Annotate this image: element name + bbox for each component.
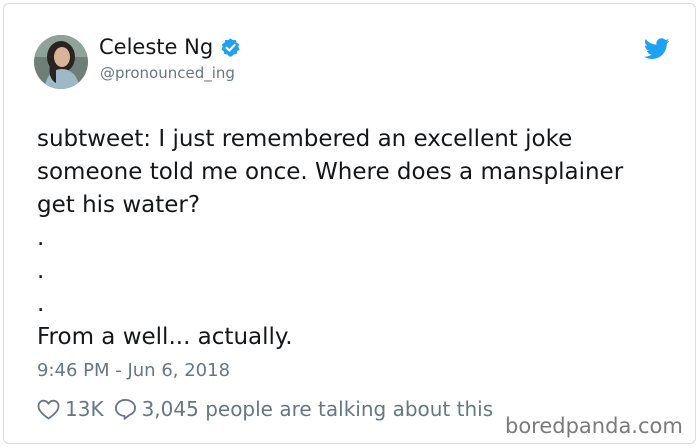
tweet-card: Celeste Ng @pronounced_ing subtweet: I j… (3, 3, 696, 444)
like-button[interactable]: 13K (37, 397, 104, 421)
tweet-line: subtweet: I just remembered an excellent… (37, 126, 573, 152)
tweet-text: subtweet: I just remembered an excellent… (37, 123, 677, 354)
reply-summary: 3,045 people are talking about this (141, 397, 494, 421)
tweet-line: . (37, 258, 45, 284)
author-handle[interactable]: @pronounced_ing (100, 64, 235, 82)
tweet-line: get his water? (37, 192, 201, 218)
author-name[interactable]: Celeste Ng (99, 35, 213, 59)
tweet-line: . (37, 291, 45, 317)
watermark: boredpanda.com (505, 414, 683, 438)
avatar-photo-icon (34, 35, 88, 89)
tweet-actions: 13K 3,045 people are talking about this (37, 397, 503, 421)
like-count: 13K (65, 397, 104, 421)
author-name-row[interactable]: Celeste Ng (99, 35, 241, 59)
tweet-line: . (37, 225, 45, 251)
tweet-line: From a well... actually. (37, 324, 293, 350)
tweet-line: someone told me once. Where does a mansp… (37, 159, 624, 185)
speech-bubble-icon (114, 399, 136, 420)
heart-icon (37, 399, 60, 419)
reply-button[interactable]: 3,045 people are talking about this (114, 397, 494, 421)
verified-badge-icon (221, 37, 240, 57)
avatar[interactable] (34, 35, 88, 89)
tweet-timestamp[interactable]: 9:46 PM - Jun 6, 2018 (37, 360, 230, 381)
twitter-bird-icon[interactable] (644, 38, 670, 60)
